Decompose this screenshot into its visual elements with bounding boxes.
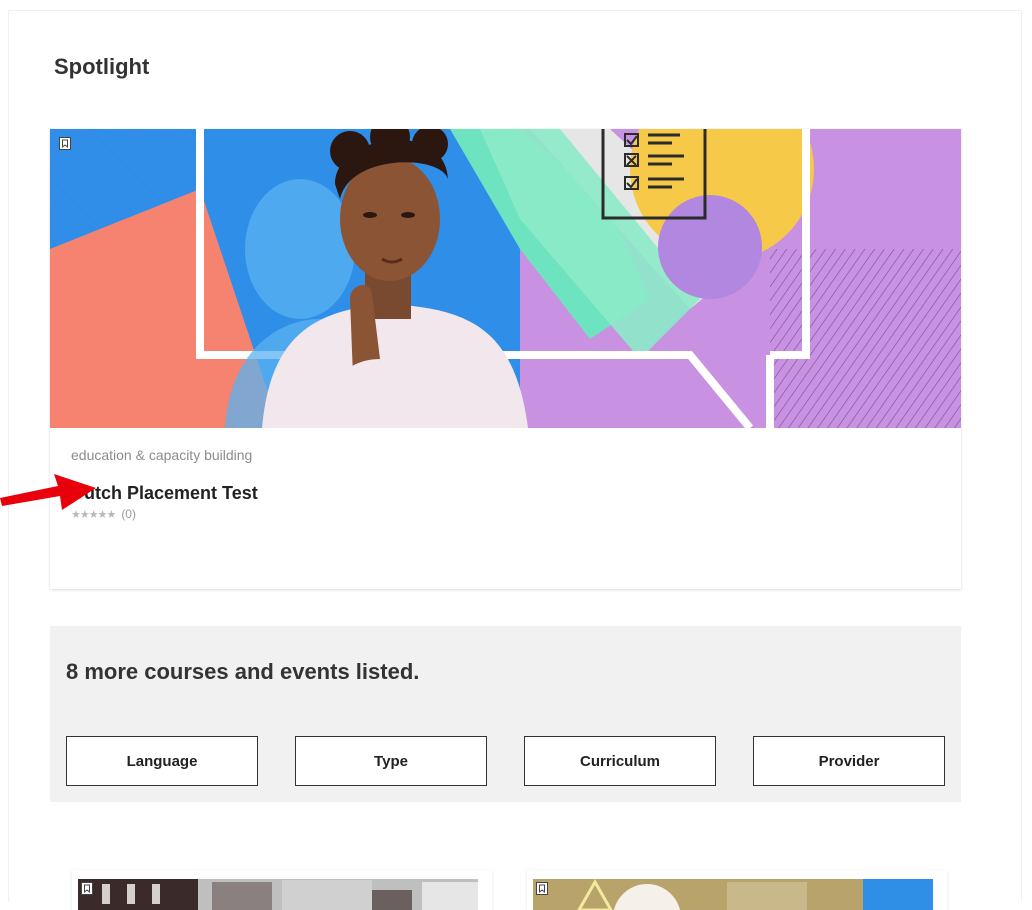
- course-hero-image[interactable]: [50, 129, 961, 428]
- bookmark-icon[interactable]: [81, 882, 93, 895]
- rating-count: (0): [121, 507, 136, 521]
- course-card[interactable]: [72, 870, 492, 910]
- spotlight-heading: Spotlight: [54, 54, 150, 79]
- language-filter-button[interactable]: Language: [66, 736, 258, 786]
- spotlight-card[interactable]: education & capacity building Dutch Plac…: [50, 129, 961, 589]
- course-thumbnail: [527, 870, 947, 910]
- provider-filter-button[interactable]: Provider: [753, 736, 945, 786]
- course-card[interactable]: [527, 870, 947, 910]
- course-thumbnail: [72, 870, 492, 910]
- bookmark-icon[interactable]: [536, 882, 548, 895]
- more-courses-text: 8 more courses and events listed.: [66, 659, 420, 684]
- bookmark-icon[interactable]: [59, 137, 71, 150]
- hero-illustration: [50, 129, 961, 428]
- curriculum-filter-button[interactable]: Curriculum: [524, 736, 716, 786]
- red-arrow-annotation-icon: [0, 474, 96, 510]
- course-category: education & capacity building: [71, 447, 253, 463]
- more-courses-panel: 8 more courses and events listed. Langua…: [50, 626, 961, 802]
- type-filter-button[interactable]: Type: [295, 736, 487, 786]
